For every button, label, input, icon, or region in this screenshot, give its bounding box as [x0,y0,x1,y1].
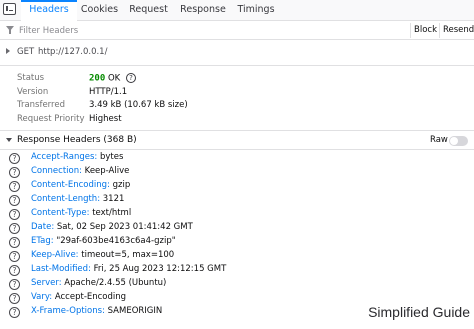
tab-response[interactable]: Response [177,0,229,21]
summary-section: Status 200 OK ? Version HTTP/1.1 Transfe… [0,66,474,131]
raw-toggle[interactable] [449,136,468,146]
tab-timings[interactable]: Timings [233,0,279,21]
chevron-down-icon[interactable] [6,138,12,142]
panel-icon[interactable] [3,3,16,15]
header-name: Content-Length: [31,194,101,204]
help-icon[interactable]: ? [9,180,20,192]
header-value: Sat, 02 Sep 2023 01:41:42 GMT [56,222,193,232]
help-icon[interactable]: ? [9,194,20,206]
header-name: Accept-Ranges: [31,152,98,162]
help-icon[interactable]: ? [9,250,20,262]
watermark: Simplified Guide [350,302,474,323]
header-value: SAMEORIGIN [107,306,163,316]
status-label: Status [17,73,45,83]
header-value: Fri, 25 Aug 2023 12:12:15 GMT [93,264,227,274]
header-row: ? Date: Sat, 02 Sep 2023 01:41:42 GMT [0,221,474,235]
header-value: Accept-Encoding [54,292,127,302]
header-value: text/html [92,208,132,218]
header-value: 3121 [102,194,125,204]
priority-row: Request Priority Highest [0,114,474,127]
header-entry: Server: Apache/2.4.55 (Ubuntu) [31,278,166,288]
chevron-right-icon[interactable] [6,48,10,54]
help-icon[interactable]: ? [9,208,20,220]
tab-headers[interactable]: Headers [21,0,77,21]
transferred-row: Transferred 3.49 kB (10.67 kB size) [0,100,474,113]
header-name: Keep-Alive: [31,250,79,260]
header-value: bytes [99,152,124,162]
header-row: ? Content-Length: 3121 [0,193,474,207]
header-name: Last-Modified: [31,264,91,274]
header-entry: X-Frame-Options: SAMEORIGIN [31,306,162,316]
header-name: X-Frame-Options: [31,306,105,316]
version-value: HTTP/1.1 [89,87,128,97]
header-row: ? Content-Type: text/html [0,207,474,221]
header-name: Content-Encoding: [31,180,110,190]
help-icon[interactable]: ? [9,236,20,248]
raw-label: Raw [430,135,448,145]
header-name: Date: [31,222,55,232]
header-value: timeout=5, max=100 [81,250,175,260]
resend-button[interactable]: Resend [439,23,474,38]
header-name: Server: [31,278,62,288]
version-row: Version HTTP/1.1 [0,87,474,100]
header-entry: Keep-Alive: timeout=5, max=100 [31,250,174,260]
header-row: ? Content-Encoding: gzip [0,179,474,193]
header-name: Connection: [31,166,82,176]
transferred-value: 3.49 kB (10.67 kB size) [89,100,188,110]
header-value: Keep-Alive [84,166,130,176]
header-entry: Date: Sat, 02 Sep 2023 01:41:42 GMT [31,222,193,232]
header-name: Content-Type: [31,208,90,218]
filter-icon [6,26,14,34]
header-value: "29af-603be4163c6a4-gzip" [56,236,176,246]
header-entry: Content-Length: 3121 [31,194,124,204]
request-line[interactable]: GET http://127.0.0.1/ [0,40,474,66]
header-name: Vary: [31,292,53,302]
header-entry: Content-Type: text/html [31,208,131,218]
status-row: Status 200 OK ? [0,73,474,86]
header-row: ? Last-Modified: Fri, 25 Aug 2023 12:12:1… [0,263,474,277]
status-value: 200 OK ? [89,73,136,84]
help-icon[interactable]: ? [9,278,20,290]
header-entry: ETag: "29af-603be4163c6a4-gzip" [31,236,176,246]
help-icon[interactable]: ? [9,222,20,234]
version-label: Version [17,87,49,97]
priority-label: Request Priority [17,114,85,124]
filter-headers-input[interactable] [19,23,399,38]
request-url: http://127.0.0.1/ [38,47,108,57]
help-icon[interactable]: ? [9,264,20,276]
tab-cookies[interactable]: Cookies [77,0,122,21]
header-row: ? Keep-Alive: timeout=5, max=100 [0,249,474,263]
block-button[interactable]: Block [410,23,440,38]
response-headers-header[interactable]: Response Headers (368 B) Raw [0,131,474,150]
header-value: gzip [112,180,131,190]
header-entry: Content-Encoding: gzip [31,180,130,190]
header-entry: Connection: Keep-Alive [31,166,129,176]
header-row: ? Connection: Keep-Alive [0,165,474,179]
header-row: ? ETag: "29af-603be4163c6a4-gzip" [0,235,474,249]
status-text: OK [107,73,121,84]
help-icon[interactable]: ? [9,152,20,164]
transferred-label: Transferred [17,100,65,110]
header-entry: Last-Modified: Fri, 25 Aug 2023 12:12:15… [31,264,226,274]
help-icon[interactable]: ? [9,306,20,318]
help-icon[interactable]: ? [9,292,20,304]
header-entry: Accept-Ranges: bytes [31,152,123,162]
header-entry: Vary: Accept-Encoding [31,292,126,302]
filter-bar: Block Resend [0,21,474,40]
help-icon[interactable]: ? [125,73,136,83]
help-icon[interactable]: ? [9,166,20,178]
tab-request[interactable]: Request [125,0,172,21]
header-value: Apache/2.4.55 (Ubuntu) [64,278,167,288]
header-row: ? Accept-Ranges: bytes [0,151,474,165]
response-headers-title: Response Headers (368 B) [17,135,137,145]
status-code: 200 [89,73,106,84]
priority-value: Highest [89,114,122,124]
header-row: ? Server: Apache/2.4.55 (Ubuntu) [0,277,474,291]
header-name: ETag: [31,236,54,246]
tab-bar: Headers Cookies Request Response Timings [0,0,474,21]
request-method: GET [17,47,35,57]
